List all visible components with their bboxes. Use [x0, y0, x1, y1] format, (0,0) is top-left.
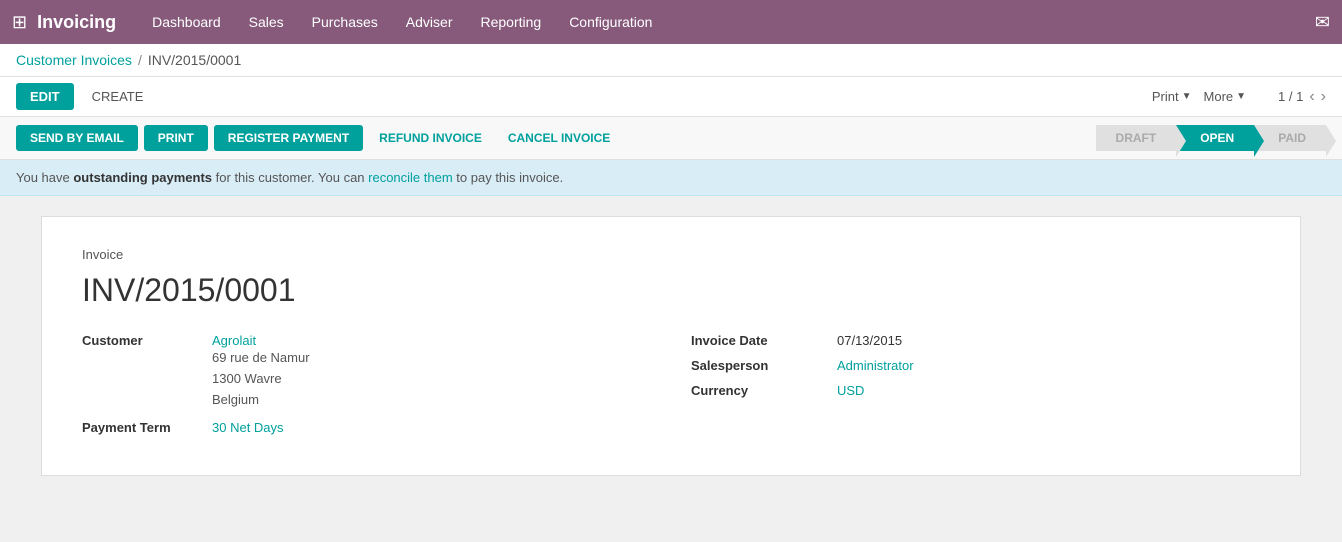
nav-configuration[interactable]: Configuration: [557, 6, 664, 38]
address-line2: 1300 Wavre: [212, 369, 310, 390]
customer-value-block: Agrolait 69 rue de Namur 1300 Wavre Belg…: [212, 333, 310, 410]
status-draft: DRAFT: [1096, 125, 1177, 151]
cancel-invoice-button[interactable]: CANCEL INVOICE: [498, 125, 620, 151]
print-caret-icon: ▼: [1182, 91, 1192, 102]
currency-label: Currency: [691, 383, 821, 398]
pagination-next-button[interactable]: ›: [1321, 88, 1326, 106]
payment-term-field-row: Payment Term 30 Net Days: [82, 420, 651, 435]
payment-term-value[interactable]: 30 Net Days: [212, 420, 284, 435]
invoice-left-section: Customer Agrolait 69 rue de Namur 1300 W…: [82, 333, 651, 445]
action-buttons-bar: SEND BY EMAIL PRINT REGISTER PAYMENT REF…: [0, 117, 1342, 160]
currency-field-row: Currency USD: [691, 383, 1260, 398]
action-bar: EDIT CREATE Print ▼ More ▼ 1 / 1 ‹ ›: [0, 77, 1342, 117]
nav-sales[interactable]: Sales: [237, 6, 296, 38]
customer-address: 69 rue de Namur 1300 Wavre Belgium: [212, 348, 310, 410]
edit-button[interactable]: EDIT: [16, 83, 74, 110]
salesperson-value[interactable]: Administrator: [837, 358, 914, 373]
status-open: OPEN: [1176, 125, 1254, 151]
banner-suffix: to pay this invoice.: [453, 170, 564, 185]
refund-invoice-button[interactable]: REFUND INVOICE: [369, 125, 492, 151]
pagination: 1 / 1 ‹ ›: [1278, 88, 1326, 106]
address-line1: 69 rue de Namur: [212, 348, 310, 369]
invoice-right-section: Invoice Date 07/13/2015 Salesperson Admi…: [691, 333, 1260, 445]
invoice-fields: Customer Agrolait 69 rue de Namur 1300 W…: [82, 333, 1260, 445]
nav-purchases[interactable]: Purchases: [300, 6, 390, 38]
payment-term-label: Payment Term: [82, 420, 212, 435]
print-label: Print: [1152, 89, 1179, 104]
pagination-prev-button[interactable]: ‹: [1309, 88, 1314, 106]
register-payment-button[interactable]: REGISTER PAYMENT: [214, 125, 363, 151]
nav-user-icon[interactable]: ✉: [1315, 12, 1330, 33]
print-button[interactable]: PRINT: [144, 125, 208, 151]
send-by-email-button[interactable]: SEND BY EMAIL: [16, 125, 138, 151]
print-dropdown-button[interactable]: Print ▼: [1152, 89, 1192, 104]
banner-prefix: You have: [16, 170, 73, 185]
customer-label: Customer: [82, 333, 212, 348]
status-pipeline: DRAFT OPEN PAID: [1096, 125, 1326, 151]
breadcrumb: Customer Invoices / INV/2015/0001: [0, 44, 1342, 77]
banner-middle: for this customer. You can: [212, 170, 368, 185]
banner-reconcile-link[interactable]: reconcile them: [368, 170, 453, 185]
invoice-doc-label: Invoice: [82, 247, 1260, 262]
customer-name[interactable]: Agrolait: [212, 333, 310, 348]
invoice-date-value: 07/13/2015: [837, 333, 902, 348]
nav-reporting[interactable]: Reporting: [468, 6, 553, 38]
banner-bold-text: outstanding payments: [73, 170, 212, 185]
app-title: Invoicing: [37, 12, 116, 33]
salesperson-field-row: Salesperson Administrator: [691, 358, 1260, 373]
create-button[interactable]: CREATE: [82, 83, 154, 110]
currency-value[interactable]: USD: [837, 383, 864, 398]
breadcrumb-current: INV/2015/0001: [148, 52, 241, 68]
pagination-text: 1 / 1: [1278, 89, 1303, 104]
invoice-number: INV/2015/0001: [82, 272, 1260, 309]
invoice-document: Invoice INV/2015/0001 Customer Agrolait …: [41, 216, 1301, 476]
invoice-date-field-row: Invoice Date 07/13/2015: [691, 333, 1260, 348]
invoice-date-label: Invoice Date: [691, 333, 821, 348]
app-grid-icon[interactable]: ⊞: [12, 12, 27, 33]
status-paid: PAID: [1254, 125, 1326, 151]
address-line3: Belgium: [212, 390, 310, 411]
breadcrumb-separator: /: [138, 52, 142, 68]
outstanding-payments-banner: You have outstanding payments for this c…: [0, 160, 1342, 196]
salesperson-label: Salesperson: [691, 358, 821, 373]
customer-field-row: Customer Agrolait 69 rue de Namur 1300 W…: [82, 333, 651, 410]
top-navigation: ⊞ Invoicing Dashboard Sales Purchases Ad…: [0, 0, 1342, 44]
more-dropdown-button[interactable]: More ▼: [1204, 89, 1247, 104]
print-dropdown-area: Print ▼ More ▼ 1 / 1 ‹ ›: [1152, 88, 1326, 106]
more-label: More: [1204, 89, 1234, 104]
breadcrumb-parent[interactable]: Customer Invoices: [16, 52, 132, 68]
nav-adviser[interactable]: Adviser: [394, 6, 465, 38]
nav-dashboard[interactable]: Dashboard: [140, 6, 233, 38]
nav-menu: Dashboard Sales Purchases Adviser Report…: [140, 6, 664, 38]
more-caret-icon: ▼: [1236, 91, 1246, 102]
